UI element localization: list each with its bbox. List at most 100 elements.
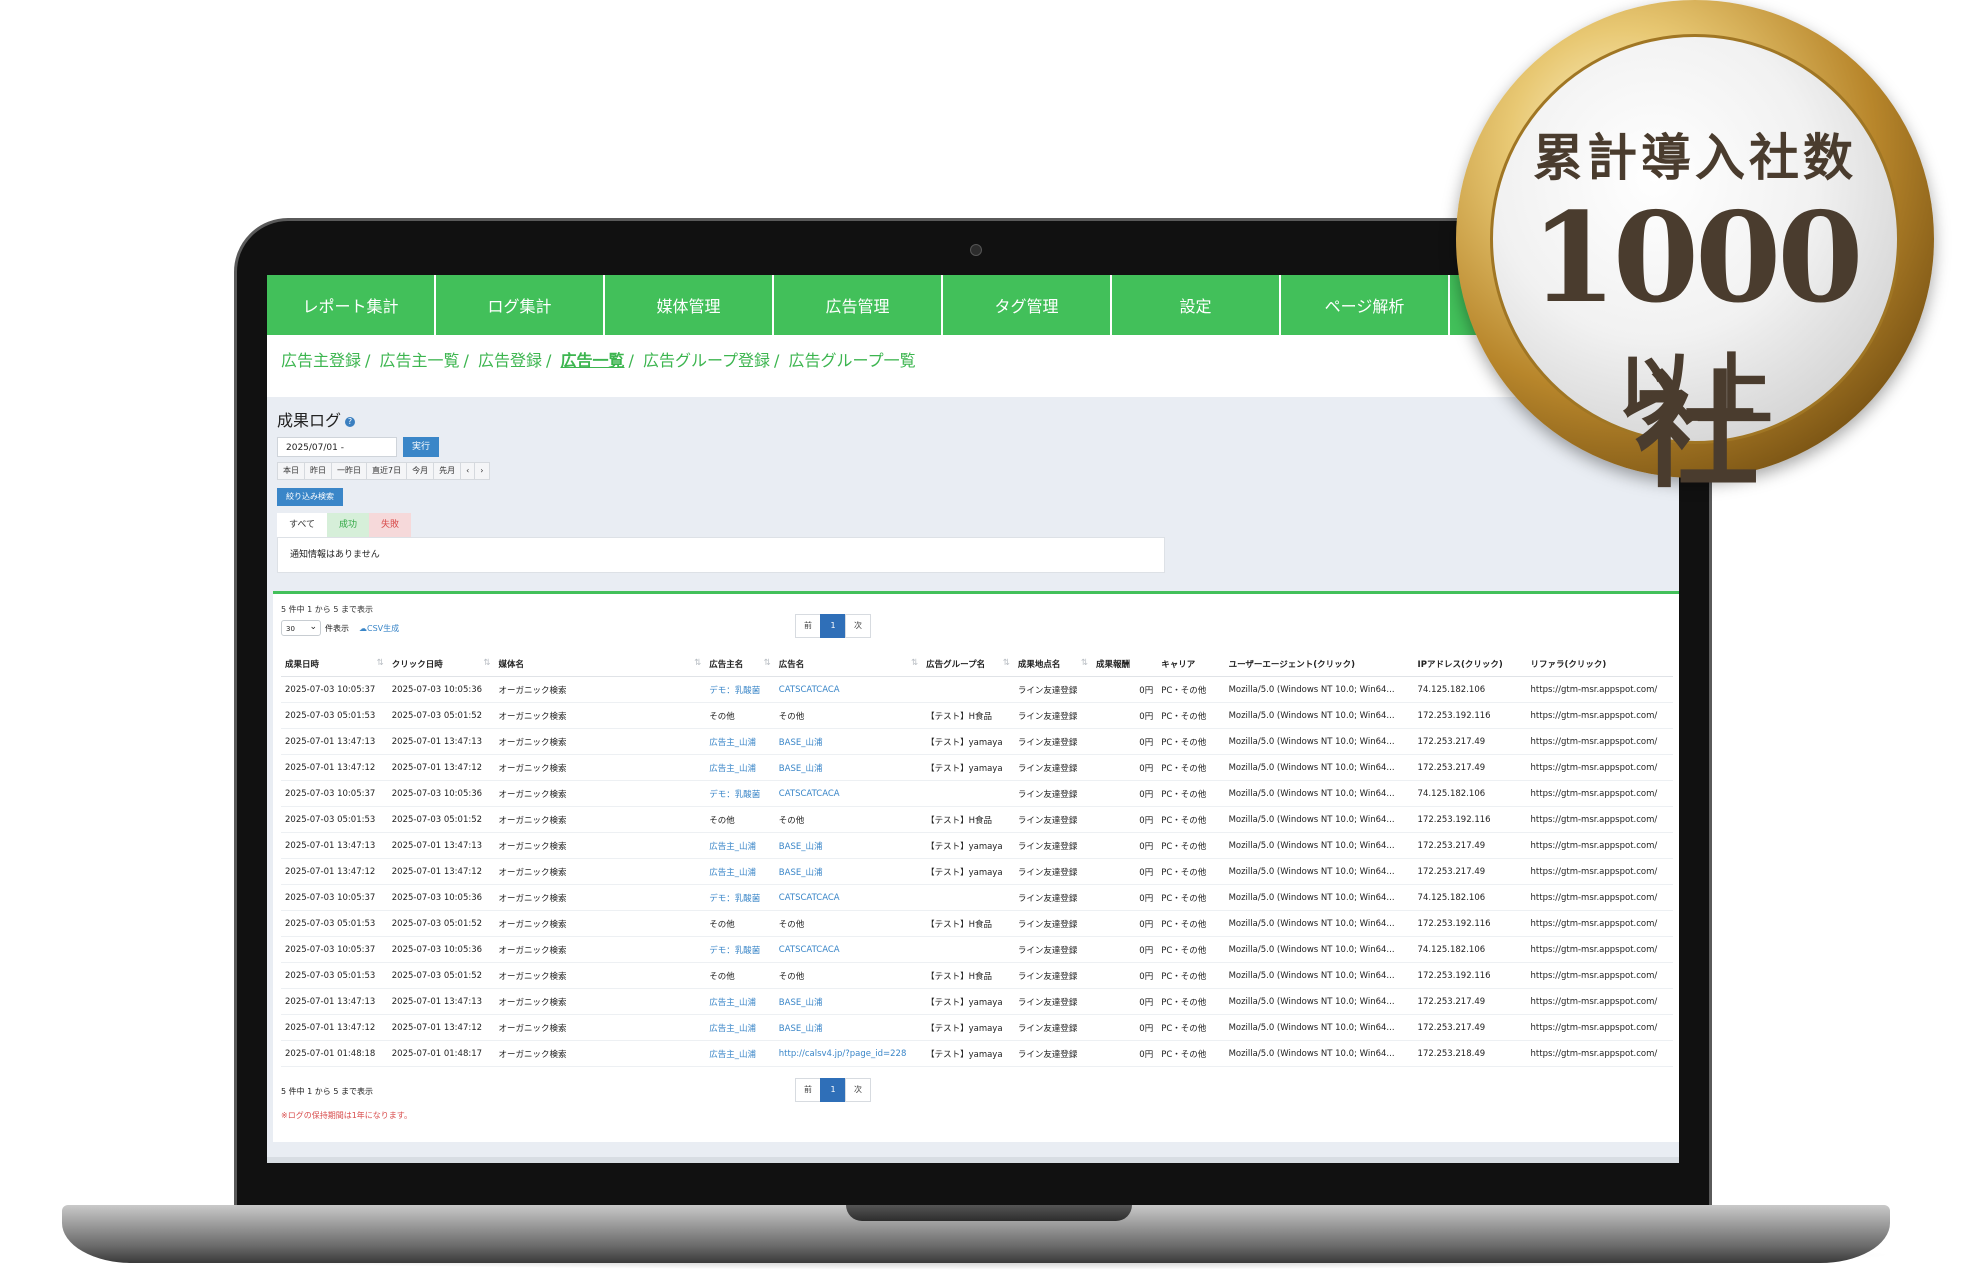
cell-reward: 0円	[1092, 780, 1158, 807]
cell-ad-name[interactable]: CATSCATCACA	[774, 780, 923, 807]
pager-page-button[interactable]: 1	[820, 1078, 846, 1102]
cell-result-time: 2025-07-01 13:47:13	[281, 832, 388, 859]
cell-adgroup-name: 【テスト】yamaya	[922, 754, 1014, 781]
col-header-carrier[interactable]: キャリア	[1157, 652, 1225, 677]
col-header-ad-name[interactable]: 広告名 ⇅	[774, 652, 923, 677]
cell-advertiser-name[interactable]: 広告主_山浦	[705, 1014, 775, 1041]
pager-next-button[interactable]: 次	[845, 1078, 871, 1102]
laptop-screen: レポート集計 ログ集計 媒体管理 広告管理 タグ管理 設定 ページ解析 ア 広告…	[267, 275, 1679, 1157]
col-header-adgroup-name[interactable]: 広告グループ名 ⇅	[922, 652, 1014, 677]
quick-next-icon[interactable]: ›	[474, 462, 490, 480]
cell-ad-name[interactable]: BASE_山浦	[774, 728, 923, 755]
sort-icon[interactable]: ⇅	[1081, 658, 1088, 668]
run-button[interactable]: 実行	[403, 437, 439, 457]
medal-title: 累計導入社数	[1533, 128, 1857, 187]
sort-icon[interactable]: ⇅	[483, 658, 490, 668]
quick-last-month[interactable]: 先月	[433, 462, 462, 480]
col-header-ip-address[interactable]: IPアドレス(クリック)	[1413, 652, 1527, 677]
sort-icon[interactable]: ⇅	[764, 658, 771, 668]
subnav-ad-list[interactable]: 広告一覧	[561, 351, 625, 370]
help-icon[interactable]: ?	[345, 416, 356, 427]
cell-conversion-point: ライン友達登録	[1013, 858, 1093, 885]
pager-next-button[interactable]: 次	[845, 614, 871, 638]
cell-ad-name[interactable]: BASE_山浦	[774, 1014, 923, 1041]
cell-referrer: https://gtm-msr.appspot.com/	[1526, 1014, 1673, 1041]
sort-icon[interactable]: ⇅	[377, 658, 384, 668]
cell-referrer: https://gtm-msr.appspot.com/	[1526, 780, 1673, 807]
subnav-adgroup-register[interactable]: 広告グループ登録	[643, 351, 770, 370]
sort-icon[interactable]: ⇅	[911, 658, 918, 668]
nav-log[interactable]: ログ集計	[436, 275, 605, 335]
cell-ad-name[interactable]: BASE_山浦	[774, 754, 923, 781]
col-header-media-name[interactable]: 媒体名 ⇅	[494, 652, 706, 677]
cell-advertiser-name[interactable]: デモ：乳酸菌	[705, 676, 775, 703]
col-header-user-agent[interactable]: ユーザーエージェント(クリック)	[1224, 652, 1414, 677]
nav-media[interactable]: 媒体管理	[605, 275, 774, 335]
nav-ads[interactable]: 広告管理	[774, 275, 943, 335]
col-header-referrer[interactable]: リファラ(クリック)	[1526, 652, 1673, 677]
subnav-ad-register[interactable]: 広告登録	[478, 351, 542, 370]
cell-result-time: 2025-07-03 10:05:37	[281, 780, 388, 807]
cell-referrer: https://gtm-msr.appspot.com/	[1526, 832, 1673, 859]
cell-reward: 0円	[1092, 676, 1158, 703]
table-row: 2025-07-01 13:47:13 2025-07-01 13:47:13 オー…	[281, 988, 1673, 1015]
cell-ad-name[interactable]: CATSCATCACA	[774, 884, 923, 911]
subnav-adgroup-list[interactable]: 広告グループ一覧	[789, 351, 916, 370]
pager-prev-button[interactable]: 前	[795, 614, 821, 638]
cell-advertiser-name[interactable]: 広告主_山浦	[705, 728, 775, 755]
page-title: 成果ログ?	[277, 407, 356, 431]
filter-search-button[interactable]: 絞り込み検索	[277, 488, 343, 506]
cell-advertiser-name[interactable]: 広告主_山浦	[705, 754, 775, 781]
cell-referrer: https://gtm-msr.appspot.com/	[1526, 676, 1673, 703]
col-header-result-time[interactable]: 成果日時 ⇅	[281, 652, 388, 677]
cell-advertiser-name[interactable]: 広告主_山浦	[705, 1040, 775, 1067]
quick-prev-icon[interactable]: ‹	[460, 462, 476, 480]
cell-reward: 0円	[1092, 910, 1158, 937]
quick-last-7-days[interactable]: 直近7日	[366, 462, 408, 480]
cell-advertiser-name[interactable]: 広告主_山浦	[705, 988, 775, 1015]
col-header-conversion-point[interactable]: 成果地点名 ⇅	[1013, 652, 1093, 677]
cell-advertiser-name[interactable]: デモ：乳酸菌	[705, 936, 775, 963]
sub-nav: 広告主登録 / 広告主一覧 / 広告登録 / 広告一覧 / 広告グループ登録 / 広告グル…	[281, 351, 916, 370]
col-header-click-time[interactable]: クリック日時 ⇅	[387, 652, 495, 677]
nav-report[interactable]: レポート集計	[267, 275, 436, 335]
quick-today[interactable]: 本日	[277, 462, 305, 480]
cell-conversion-point: ライン友達登録	[1013, 1040, 1093, 1067]
cell-media-name: オーガニック検索	[494, 754, 706, 781]
cell-ad-name[interactable]: http://calsv4.jp/?page_id=228	[774, 1040, 923, 1067]
subnav-advertiser-list[interactable]: 広告主一覧	[380, 351, 460, 370]
cell-carrier: PC・その他	[1157, 1014, 1225, 1041]
per-page-select[interactable]: 30	[281, 619, 321, 636]
subnav-advertiser-register[interactable]: 広告主登録	[281, 351, 361, 370]
quick-day-before[interactable]: 一昨日	[331, 462, 367, 480]
cell-advertiser-name[interactable]: デモ：乳酸菌	[705, 780, 775, 807]
sort-icon[interactable]: ⇅	[694, 658, 701, 668]
col-header-reward[interactable]: 成果報酬	[1092, 652, 1158, 677]
cell-conversion-point: ライン友達登録	[1013, 832, 1093, 859]
quick-this-month[interactable]: 今月	[406, 462, 435, 480]
cell-click-time: 2025-07-01 13:47:12	[387, 754, 495, 781]
pager-prev-button[interactable]: 前	[795, 1078, 821, 1102]
csv-export-link[interactable]: ☁CSV生成	[359, 623, 399, 634]
col-header-advertiser-name[interactable]: 広告主名 ⇅	[705, 652, 775, 677]
cell-ad-name[interactable]: BASE_山浦	[774, 832, 923, 859]
cell-advertiser-name[interactable]: デモ：乳酸菌	[705, 884, 775, 911]
tab-failure[interactable]: 失敗	[369, 513, 412, 537]
quick-yesterday[interactable]: 昨日	[304, 462, 332, 480]
cell-ad-name[interactable]: BASE_山浦	[774, 988, 923, 1015]
cell-advertiser-name[interactable]: 広告主_山浦	[705, 832, 775, 859]
cell-conversion-point: ライン友達登録	[1013, 676, 1093, 703]
nav-settings[interactable]: 設定	[1112, 275, 1281, 335]
nav-tags[interactable]: タグ管理	[943, 275, 1112, 335]
cell-ad-name[interactable]: CATSCATCACA	[774, 676, 923, 703]
cell-advertiser-name[interactable]: 広告主_山浦	[705, 858, 775, 885]
date-range-input[interactable]: 2025/07/01 - 2025/07/04	[277, 437, 397, 473]
cell-ad-name[interactable]: CATSCATCACA	[774, 936, 923, 963]
tab-all[interactable]: すべて	[277, 513, 328, 537]
pager-page-button[interactable]: 1	[820, 614, 846, 638]
cell-media-name: オーガニック検索	[494, 1040, 706, 1067]
cell-ad-name[interactable]: BASE_山浦	[774, 858, 923, 885]
nav-page-analysis[interactable]: ページ解析	[1281, 275, 1450, 335]
tab-success[interactable]: 成功	[327, 513, 370, 537]
sort-icon[interactable]: ⇅	[1003, 658, 1010, 668]
